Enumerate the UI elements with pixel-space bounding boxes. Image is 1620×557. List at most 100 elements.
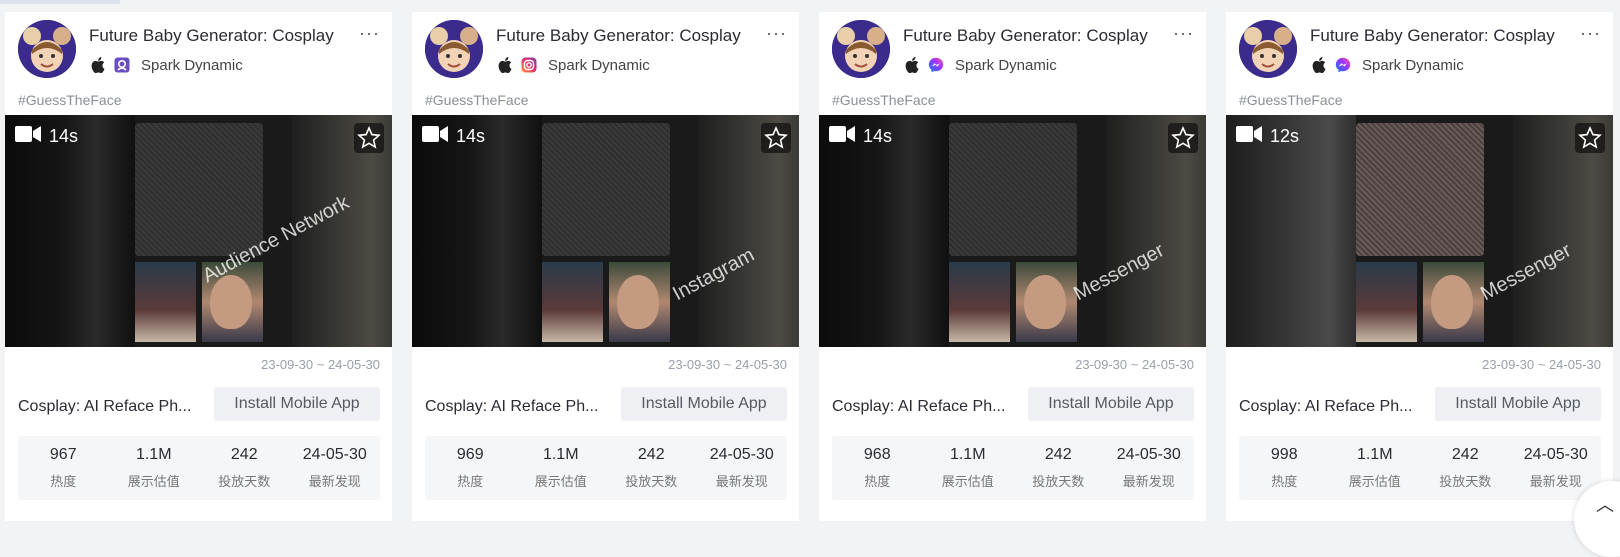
stat-value: 24-05-30 (302, 446, 367, 463)
hashtag[interactable]: #GuessTheFace (18, 92, 122, 108)
stat-label: 热度 (457, 474, 484, 489)
app-name[interactable]: Cosplay: AI Reface Ph... (1239, 398, 1419, 416)
video-preview[interactable]: 14s Audience Network (5, 115, 392, 347)
app-avatar[interactable] (18, 20, 76, 78)
stats-panel: 969 热度 1.1M 展示估值 242 投放天数 24-05-30 最新发现 (425, 436, 787, 500)
date-range: 23-09-30 ~ 24-05-30 (668, 357, 787, 372)
stat-days: 242 投放天数 (606, 436, 697, 500)
apple-icon (89, 56, 107, 74)
stat-value: 242 (1044, 446, 1072, 463)
stat-value: 242 (1451, 446, 1479, 463)
more-options-icon[interactable]: ··· (1173, 24, 1194, 42)
stat-days: 242 投放天数 (1420, 436, 1511, 500)
more-options-icon[interactable]: ··· (359, 24, 380, 42)
video-preview[interactable]: 12s Messenger (1226, 115, 1613, 347)
stat-value: 242 (637, 446, 665, 463)
favorite-star-icon[interactable] (1168, 123, 1198, 153)
app-name[interactable]: Cosplay: AI Reface Ph... (18, 398, 198, 416)
app-avatar[interactable] (425, 20, 483, 78)
stat-label: 展示估值 (534, 474, 587, 489)
favorite-star-icon[interactable] (1575, 123, 1605, 153)
stat-label: 最新发现 (715, 474, 768, 489)
app-avatar[interactable] (832, 20, 890, 78)
duration-text: 12s (1270, 126, 1300, 146)
duration-text: 14s (456, 126, 486, 146)
ad-card[interactable]: Future Baby Generator: Cosplay ··· Spark… (412, 12, 799, 521)
more-options-icon[interactable]: ··· (766, 24, 787, 42)
stat-label: 热度 (50, 474, 77, 489)
hashtag[interactable]: #GuessTheFace (425, 92, 529, 108)
apple-icon (496, 56, 514, 74)
duration-text: 14s (49, 126, 79, 146)
audience-network-icon (113, 56, 131, 74)
favorite-star-icon[interactable] (354, 123, 384, 153)
face-shape (1431, 275, 1473, 329)
hashtag[interactable]: #GuessTheFace (832, 92, 936, 108)
face-thumbnail (1423, 262, 1484, 342)
stat-value: 967 (49, 446, 77, 463)
stat-impressions: 1.1M 展示估值 (923, 436, 1014, 500)
stats-panel: 967 热度 1.1M 展示估值 242 投放天数 24-05-30 最新发现 (18, 436, 380, 500)
messenger-icon (927, 56, 945, 74)
video-camera-icon (1236, 125, 1262, 148)
more-options-icon[interactable]: ··· (1580, 24, 1601, 42)
blur-background (1226, 115, 1356, 347)
boxing-thumbnail (949, 262, 1010, 342)
stat-value: 24-05-30 (1523, 446, 1588, 463)
video-camera-icon (15, 125, 41, 148)
stat-value: 969 (456, 446, 484, 463)
stat-heat: 969 热度 (425, 436, 516, 500)
app-name[interactable]: Cosplay: AI Reface Ph... (832, 398, 1012, 416)
stat-last-seen: 24-05-30 最新发现 (290, 436, 381, 500)
boxing-thumbnail (135, 262, 196, 342)
ad-card-grid: Future Baby Generator: Cosplay ··· Spark… (5, 12, 1613, 521)
video-preview[interactable]: 14s Instagram (412, 115, 799, 347)
messenger-icon (1334, 56, 1352, 74)
developer-name: Spark Dynamic (1362, 56, 1464, 74)
stat-value: 998 (1270, 446, 1298, 463)
install-button[interactable]: Install Mobile App (1435, 387, 1601, 421)
stat-days: 242 投放天数 (199, 436, 290, 500)
stat-label: 展示估值 (127, 474, 180, 489)
card-header: Future Baby Generator: Cosplay ··· Spark… (819, 12, 1206, 108)
ad-card[interactable]: Future Baby Generator: Cosplay ··· Spark… (5, 12, 392, 521)
duration-badge: 14s (422, 125, 485, 148)
ad-card[interactable]: Future Baby Generator: Cosplay ··· Spark… (1226, 12, 1613, 521)
video-frame (1356, 123, 1484, 256)
developer-name: Spark Dynamic (548, 56, 650, 74)
app-name[interactable]: Cosplay: AI Reface Ph... (425, 398, 605, 416)
install-button[interactable]: Install Mobile App (1028, 387, 1194, 421)
stat-label: 投放天数 (1439, 474, 1492, 489)
stat-label: 最新发现 (308, 474, 361, 489)
app-title: Future Baby Generator: Cosplay (89, 26, 334, 45)
hashtag[interactable]: #GuessTheFace (1239, 92, 1343, 108)
stat-heat: 968 热度 (832, 436, 923, 500)
boxing-thumbnail (1356, 262, 1417, 342)
app-meta-row: Spark Dynamic (496, 56, 650, 74)
date-range: 23-09-30 ~ 24-05-30 (261, 357, 380, 372)
date-range: 23-09-30 ~ 24-05-30 (1075, 357, 1194, 372)
face-shape (617, 275, 659, 329)
card-header: Future Baby Generator: Cosplay ··· Spark… (1226, 12, 1613, 108)
stat-value: 1.1M (542, 446, 579, 463)
boxing-thumbnail (542, 262, 603, 342)
stat-value: 968 (863, 446, 891, 463)
duration-badge: 12s (1236, 125, 1299, 148)
video-preview[interactable]: 14s Messenger (819, 115, 1206, 347)
video-frame (135, 123, 263, 256)
ad-card[interactable]: Future Baby Generator: Cosplay ··· Spark… (819, 12, 1206, 521)
app-title: Future Baby Generator: Cosplay (903, 26, 1148, 45)
back-to-top-icon: ︿ (1596, 495, 1614, 515)
favorite-star-icon[interactable] (761, 123, 791, 153)
stat-heat: 998 热度 (1239, 436, 1330, 500)
stat-impressions: 1.1M 展示估值 (1330, 436, 1421, 500)
install-button[interactable]: Install Mobile App (214, 387, 380, 421)
stats-panel: 998 热度 1.1M 展示估值 242 投放天数 24-05-30 最新发现 (1239, 436, 1601, 500)
instagram-icon (520, 56, 538, 74)
stat-value: 1.1M (135, 446, 172, 463)
app-avatar[interactable] (1239, 20, 1297, 78)
apple-icon (1310, 56, 1328, 74)
card-header: Future Baby Generator: Cosplay ··· Spark… (5, 12, 392, 108)
face-shape (1024, 275, 1066, 329)
install-button[interactable]: Install Mobile App (621, 387, 787, 421)
